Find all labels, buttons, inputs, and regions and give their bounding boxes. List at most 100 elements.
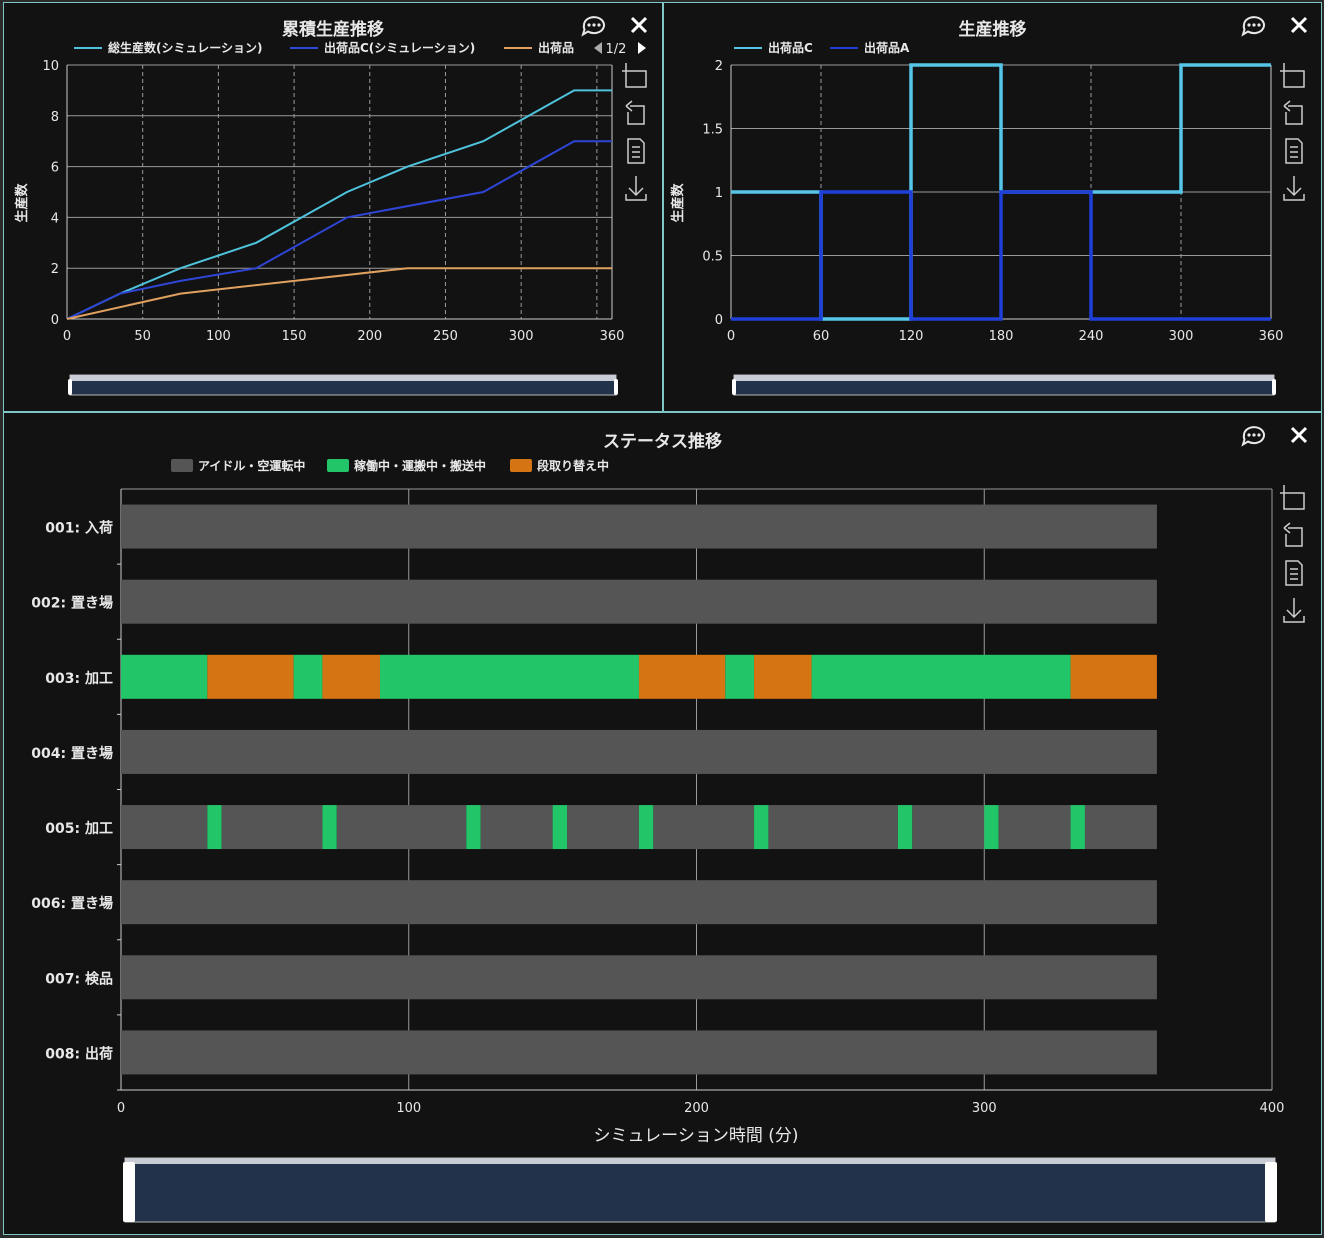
legend-label: 稼働中・運搬中・搬送中 xyxy=(354,458,486,473)
zoom-icon[interactable] xyxy=(622,63,647,88)
legend-prev-icon[interactable] xyxy=(594,42,602,54)
status-segment xyxy=(768,805,898,850)
status-segment xyxy=(221,805,323,850)
status-segment xyxy=(121,880,1157,925)
y-tick-label: 10 xyxy=(42,59,59,74)
row-label: 001: 入荷 xyxy=(45,520,113,537)
zoom-slider-handle-right[interactable] xyxy=(614,379,618,395)
zoom-slider-handle-right[interactable] xyxy=(1272,379,1276,395)
status-segment xyxy=(207,654,294,699)
series-line xyxy=(66,267,612,320)
legend-swatch[interactable] xyxy=(510,459,532,472)
status-segment xyxy=(121,654,208,699)
legend-swatch[interactable] xyxy=(171,459,193,472)
data-view-icon[interactable] xyxy=(1285,138,1303,164)
y-axis-label: 生産数 xyxy=(670,183,686,223)
row-label: 002: 置き場 xyxy=(31,595,113,612)
download-icon[interactable] xyxy=(1283,176,1305,201)
x-tick-label: 400 xyxy=(1260,1101,1285,1116)
y-tick-label: 4 xyxy=(51,211,59,226)
x-tick-label: 300 xyxy=(509,329,534,344)
zoom-icon[interactable] xyxy=(1280,63,1305,88)
status-segment xyxy=(912,805,985,850)
row-label: 004: 置き場 xyxy=(31,745,113,762)
chat-icon[interactable] xyxy=(581,16,605,37)
chat-icon[interactable] xyxy=(1241,16,1265,37)
download-icon[interactable] xyxy=(625,176,647,201)
y-tick-label: 8 xyxy=(51,110,59,125)
x-tick-label: 200 xyxy=(684,1101,709,1116)
zoom-slider-bar[interactable] xyxy=(125,1158,1275,1164)
legend-swatch[interactable] xyxy=(327,459,349,472)
legend-label: 出荷品 xyxy=(538,40,574,55)
y-axis-label: 生産数 xyxy=(14,183,30,223)
close-icon[interactable] xyxy=(1290,16,1308,34)
data-view-icon[interactable] xyxy=(1285,560,1303,586)
legend-label: アイドル・空運転中 xyxy=(198,458,305,473)
y-tick-label: 0 xyxy=(51,313,59,328)
x-tick-label: 0 xyxy=(63,329,71,344)
status-segment xyxy=(1070,805,1085,850)
zoom-slider-bar[interactable] xyxy=(734,375,1274,381)
legend-label: 出荷品C(シミュレーション) xyxy=(324,40,475,55)
status-segment xyxy=(638,805,654,850)
x-tick-label: 150 xyxy=(282,329,307,344)
zoom-icon[interactable] xyxy=(1280,485,1305,510)
row-label: 006: 置き場 xyxy=(31,895,113,912)
y-tick-label: 0 xyxy=(715,313,723,328)
production-panel: 生産推移 出荷品C 出荷品A 0 0.5 1 1.5 2 0 60 120 180 240 300 360… xyxy=(663,2,1322,412)
status-segment xyxy=(984,805,999,850)
x-tick-label: 0 xyxy=(117,1101,125,1116)
x-tick-label: 200 xyxy=(357,329,382,344)
zoom-slider-handle-left[interactable] xyxy=(123,1162,135,1222)
legend-next-icon[interactable] xyxy=(638,42,646,54)
x-tick-label: 250 xyxy=(433,329,458,344)
close-icon[interactable] xyxy=(630,16,648,34)
status-segment xyxy=(121,955,1157,1000)
zoom-slider-handle-right[interactable] xyxy=(1265,1162,1277,1222)
zoom-slider-bar[interactable] xyxy=(70,375,616,381)
series-line xyxy=(66,89,612,320)
x-tick-label: 360 xyxy=(600,329,625,344)
undo-zoom-icon[interactable] xyxy=(1283,100,1303,125)
status-segment xyxy=(121,1030,1157,1075)
status-segment xyxy=(754,654,812,699)
zoom-slider-handle-left[interactable] xyxy=(732,379,736,395)
x-tick-label: 180 xyxy=(989,329,1014,344)
y-tick-label: 1 xyxy=(715,186,723,201)
row-label: 007: 検品 xyxy=(45,970,113,987)
status-segment xyxy=(322,654,380,699)
row-label: 008: 出荷 xyxy=(45,1045,113,1062)
undo-zoom-icon[interactable] xyxy=(1283,522,1303,547)
x-tick-label: 120 xyxy=(899,329,924,344)
status-segment xyxy=(121,805,208,850)
data-view-icon[interactable] xyxy=(627,138,645,164)
x-tick-label: 300 xyxy=(972,1101,997,1116)
series-line xyxy=(66,140,612,320)
cumulative-production-panel: 累積生産推移 総生産数(シミュレーション) 出荷品C(シミュレーション) 出荷品 1/… xyxy=(3,2,663,412)
production-chart: 出荷品C 出荷品A 0 0.5 1 1.5 2 0 60 120 180 240 300 360 生産数 xyxy=(670,16,1308,396)
status-segment xyxy=(754,805,769,850)
status-segment xyxy=(725,654,755,699)
close-icon[interactable] xyxy=(1290,426,1308,444)
x-tick-label: 100 xyxy=(396,1101,421,1116)
zoom-slider-handle-left[interactable] xyxy=(68,379,72,395)
zoom-slider-track[interactable] xyxy=(124,1157,1276,1223)
x-tick-label: 50 xyxy=(134,329,151,344)
download-icon[interactable] xyxy=(1283,598,1305,623)
x-tick-label: 300 xyxy=(1169,329,1194,344)
legend-page-indicator: 1/2 xyxy=(606,42,627,57)
status-segment xyxy=(1084,805,1157,850)
undo-zoom-icon[interactable] xyxy=(625,100,645,125)
status-chart: アイドル・空運転中 稼働中・運搬中・搬送中 段取り替え中 0 100 200 300 400 0… xyxy=(31,426,1308,1223)
row-label: 003: 加工 xyxy=(45,671,113,687)
status-segment xyxy=(567,805,639,850)
y-tick-label: 6 xyxy=(51,161,59,176)
x-axis-label: シミュレーション時間 (分) xyxy=(594,1126,799,1146)
status-segment xyxy=(293,654,323,699)
status-segment xyxy=(480,805,553,850)
status-segment xyxy=(121,504,1157,549)
x-tick-label: 100 xyxy=(206,329,231,344)
chat-icon[interactable] xyxy=(1241,426,1265,447)
y-tick-label: 0.5 xyxy=(702,250,723,265)
